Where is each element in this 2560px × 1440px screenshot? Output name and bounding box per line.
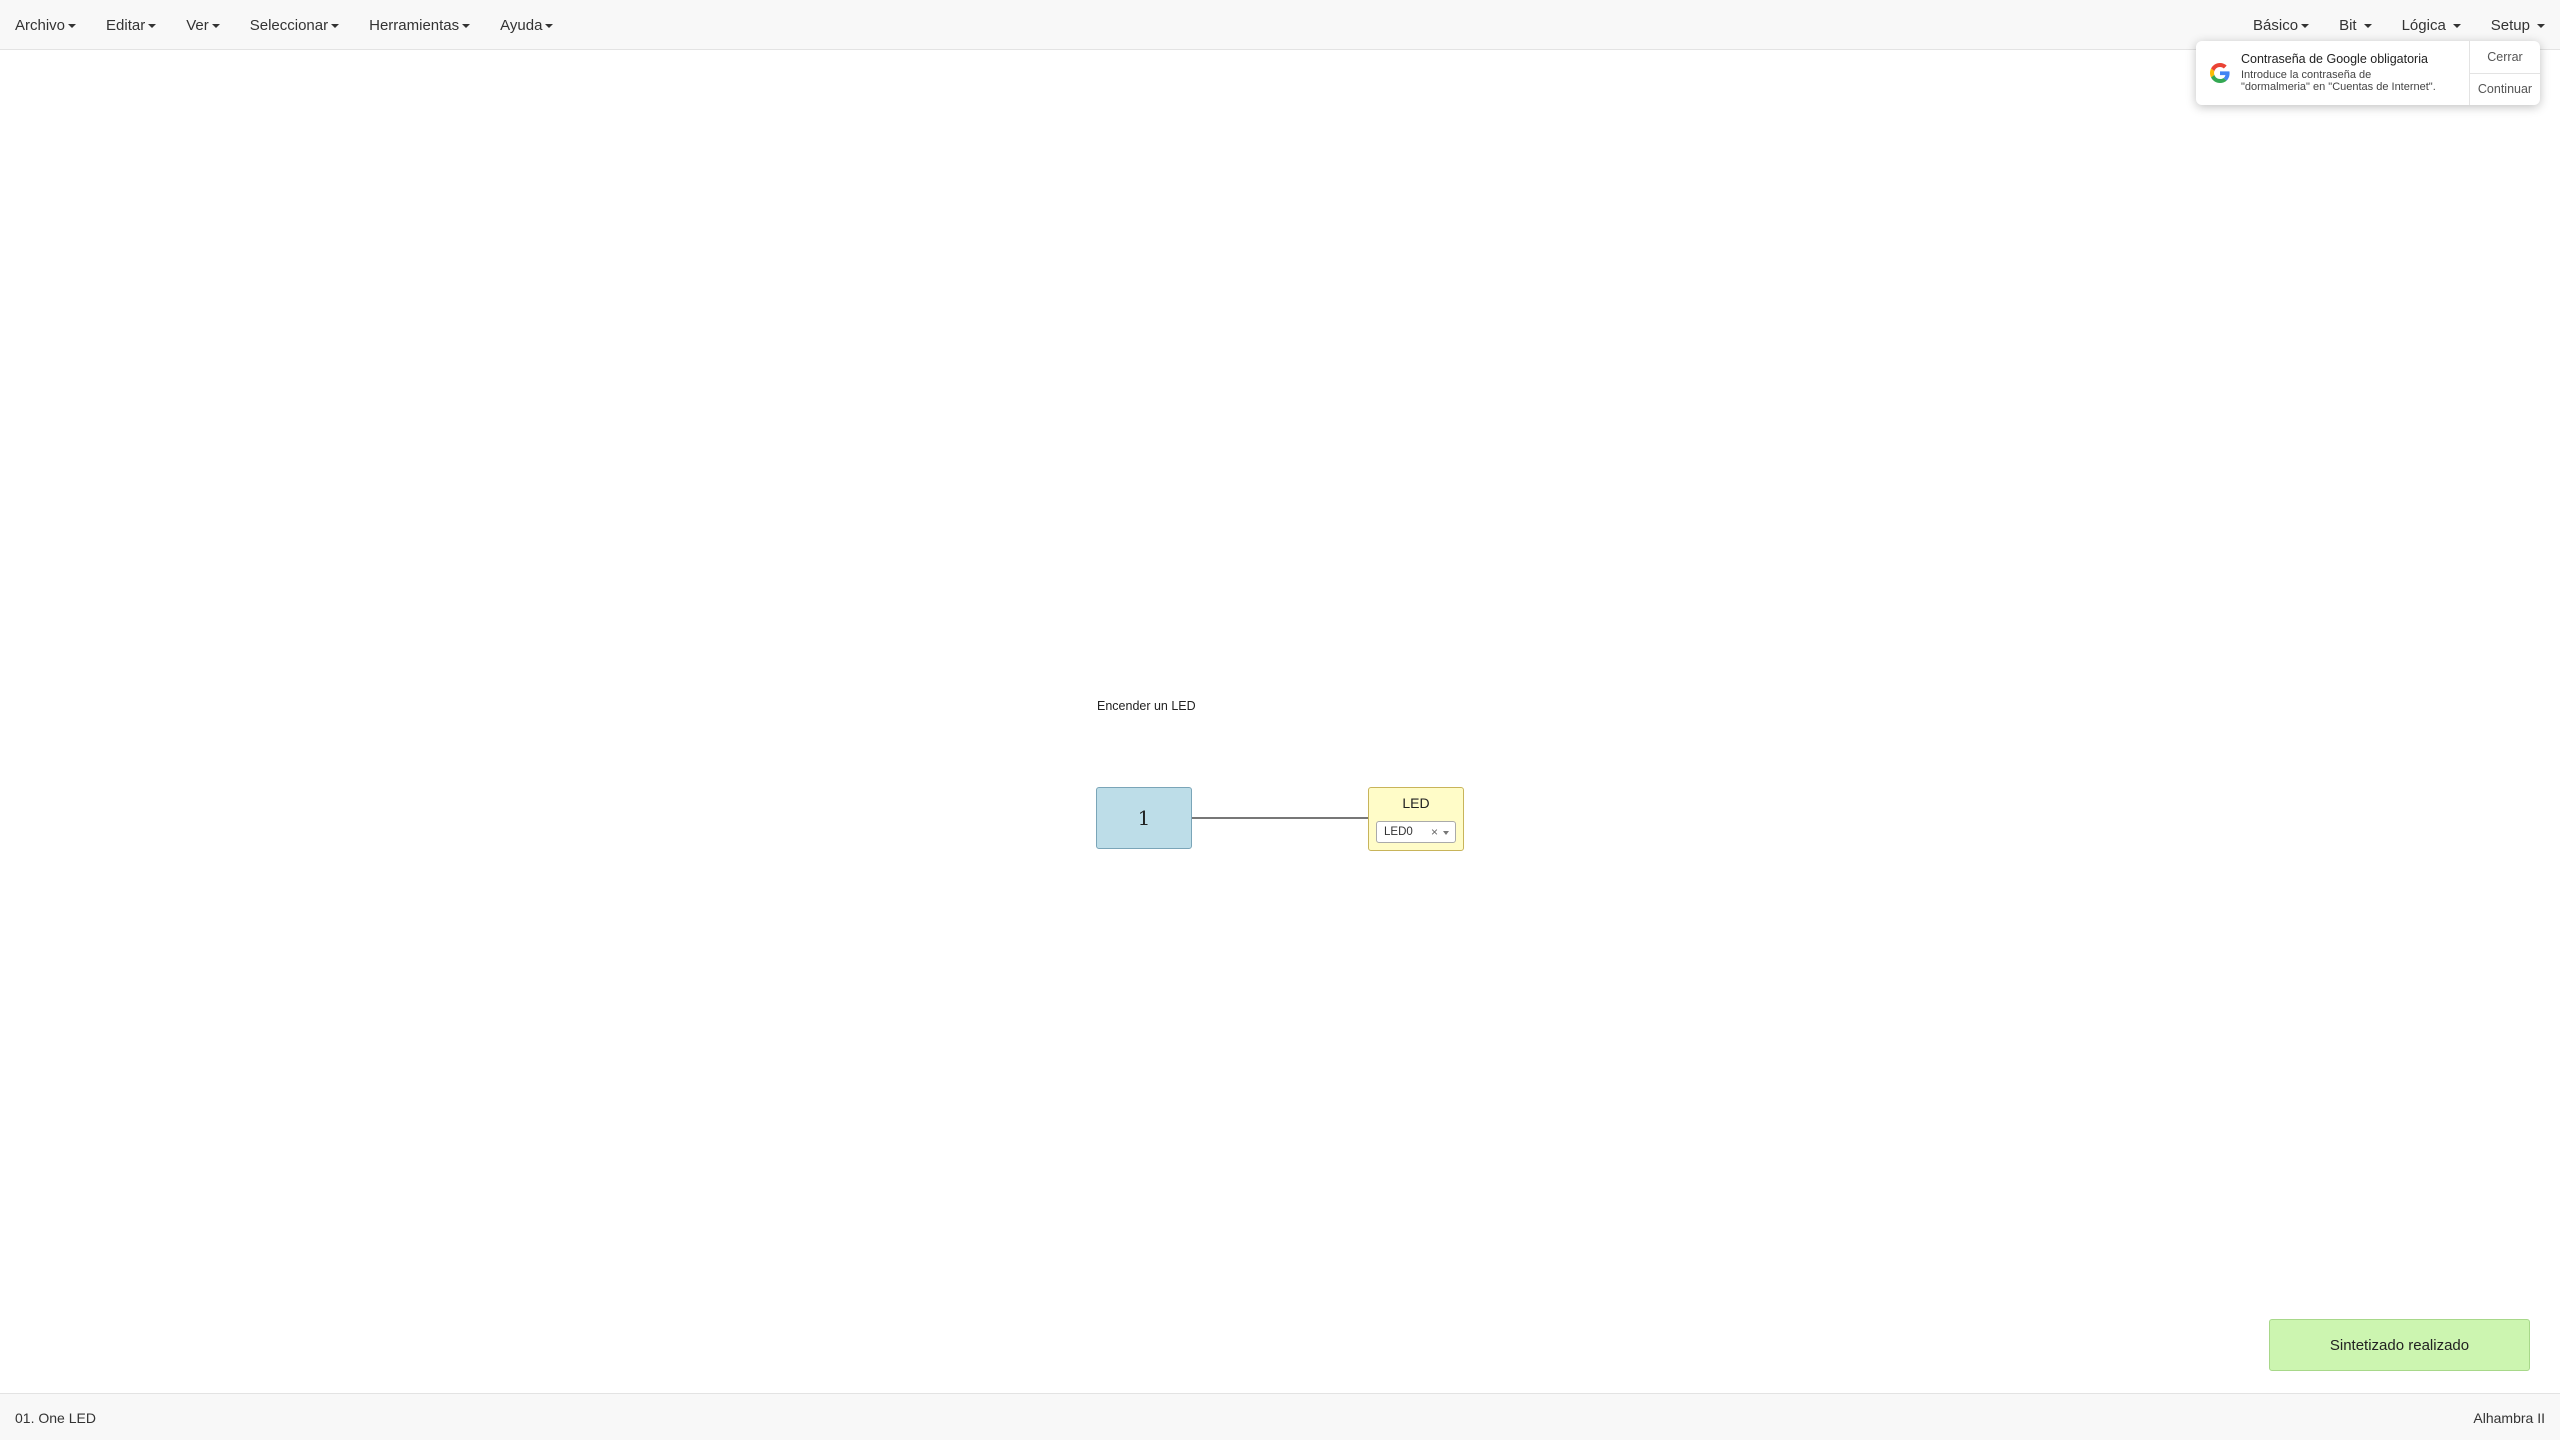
- menu-ayuda-label: Ayuda: [500, 16, 543, 34]
- menu-basico-label: Básico: [2253, 16, 2299, 34]
- menu-setup-label: Setup: [2490, 16, 2530, 34]
- menu-editar-label: Editar: [106, 16, 146, 34]
- notification-text: Sintetizado realizado: [2329, 1336, 2470, 1354]
- menu-editar[interactable]: Editar: [91, 0, 171, 50]
- menu-herramientas-label: Herramientas: [369, 16, 460, 34]
- led-block-title: LED: [1402, 795, 1430, 811]
- led-output-block[interactable]: LED LED0 ×: [1368, 787, 1464, 851]
- constant-block[interactable]: 1: [1096, 787, 1192, 849]
- menu-seleccionar[interactable]: Seleccionar: [235, 0, 354, 50]
- caret-down-icon: [545, 23, 554, 28]
- menu-ver-label: Ver: [186, 16, 209, 34]
- caret-down-icon: [2363, 23, 2372, 28]
- clear-icon[interactable]: ×: [1431, 825, 1438, 839]
- caret-down-icon: [148, 23, 157, 28]
- led-pin-select[interactable]: LED0 ×: [1376, 821, 1456, 843]
- menu-ver[interactable]: Ver: [171, 0, 235, 50]
- design-canvas[interactable]: Encender un LED 1 LED LED0 ×: [0, 50, 2560, 1393]
- menu-ayuda[interactable]: Ayuda: [485, 0, 568, 50]
- caret-down-icon: [2452, 23, 2461, 28]
- synthesis-notification[interactable]: Sintetizado realizado: [2269, 1319, 2530, 1371]
- dropdown-arrow-icon[interactable]: [1443, 831, 1449, 835]
- caret-down-icon: [462, 23, 471, 28]
- project-name: 01. One LED: [15, 1410, 96, 1426]
- constant-value: 1: [1137, 806, 1151, 830]
- menu-herramientas[interactable]: Herramientas: [354, 0, 485, 50]
- menu-logica-label: Lógica: [2401, 16, 2446, 34]
- board-name: Alhambra II: [2473, 1410, 2545, 1426]
- menu-archivo-label: Archivo: [15, 16, 66, 34]
- menubar-left: Archivo Editar Ver Seleccionar Herramien…: [0, 0, 568, 50]
- menu-bit-label: Bit: [2339, 16, 2357, 34]
- caret-down-icon: [68, 23, 77, 28]
- menubar: Archivo Editar Ver Seleccionar Herramien…: [0, 0, 2560, 50]
- caret-down-icon: [2537, 23, 2545, 28]
- caret-down-icon: [2301, 23, 2310, 28]
- led-pin-value: LED0: [1384, 826, 1413, 838]
- footer: 01. One LED Alhambra II: [0, 1393, 2560, 1440]
- menu-archivo[interactable]: Archivo: [0, 0, 91, 50]
- info-text-block[interactable]: Encender un LED: [1097, 699, 1196, 713]
- caret-down-icon: [331, 23, 340, 28]
- wire[interactable]: [1192, 817, 1368, 819]
- menu-seleccionar-label: Seleccionar: [249, 16, 329, 34]
- caret-down-icon: [211, 23, 220, 28]
